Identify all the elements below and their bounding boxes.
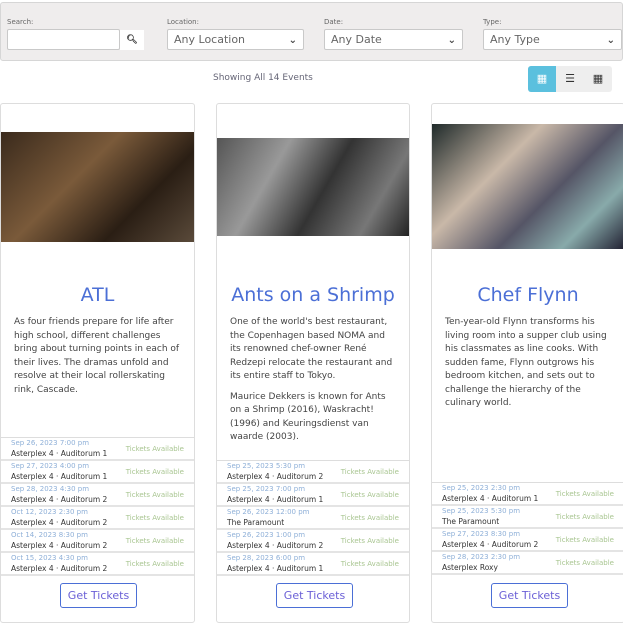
ticket-status: Tickets Available xyxy=(125,468,184,476)
showtimes-list: Sep 25, 2023 2:30 pm Asterplex 4 · Audit… xyxy=(432,482,623,575)
event-card: ATL As four friends prepare for life aft… xyxy=(0,103,195,623)
event-description: As four friends prepare for life after h… xyxy=(14,316,182,404)
date-select[interactable]: Any Date ⌄ xyxy=(324,29,463,50)
event-card: Ants on a Shrimp One of the world's best… xyxy=(216,103,410,623)
showtime-row[interactable]: Sep 28, 2023 6:00 pm Asterplex 4 · Audit… xyxy=(217,553,409,576)
showtime-row[interactable]: Sep 26, 2023 7:00 pm Asterplex 4 · Audit… xyxy=(1,438,194,461)
ticket-status: Tickets Available xyxy=(340,560,399,568)
list-icon: ☰ xyxy=(565,72,575,85)
search-button[interactable]: 🔍︎ xyxy=(120,30,144,50)
type-select[interactable]: Any Type ⌄ xyxy=(483,29,622,50)
showtime-row[interactable]: Oct 14, 2023 8:30 pm Asterplex 4 · Audit… xyxy=(1,530,194,553)
ticket-status: Tickets Available xyxy=(125,560,184,568)
showtime-row[interactable]: Sep 25, 2023 2:30 pm Asterplex 4 · Audit… xyxy=(432,483,623,506)
calendar-view-button[interactable]: ▦ xyxy=(584,66,612,92)
showtime-row[interactable]: Sep 25, 2023 7:00 pm Asterplex 4 · Audit… xyxy=(217,484,409,507)
ticket-status: Tickets Available xyxy=(125,514,184,522)
description-paragraph: Maurice Dekkers is known for Ants on a S… xyxy=(230,391,386,443)
showtime-row[interactable]: Sep 27, 2023 4:00 pm Asterplex 4 · Audit… xyxy=(1,461,194,484)
event-title[interactable]: ATL xyxy=(1,284,194,306)
results-count: Showing All 14 Events xyxy=(213,73,313,83)
ticket-status: Tickets Available xyxy=(555,513,614,521)
description-paragraph: Ten-year-old Flynn transforms his living… xyxy=(445,317,607,408)
view-mode-toggle: ▦ ☰ ▦ xyxy=(528,66,612,92)
showtime-row[interactable]: Sep 27, 2023 8:30 pm Asterplex 4 · Audit… xyxy=(432,529,623,552)
ticket-status: Tickets Available xyxy=(555,559,614,567)
ticket-status: Tickets Available xyxy=(340,514,399,522)
ticket-status: Tickets Available xyxy=(340,491,399,499)
description-paragraph: As four friends prepare for life after h… xyxy=(14,317,180,395)
event-poster-image[interactable] xyxy=(1,132,194,242)
chevron-down-icon: ⌄ xyxy=(606,35,615,46)
filter-bar: Search: 🔍︎ Location: Any Location ⌄ Date:… xyxy=(0,2,623,61)
get-tickets-button[interactable]: Get Tickets xyxy=(60,583,137,608)
ticket-status: Tickets Available xyxy=(125,491,184,499)
showtime-row[interactable]: Sep 28, 2023 2:30 pm Asterplex Roxy Tick… xyxy=(432,552,623,575)
date-label: Date: xyxy=(324,18,344,26)
ticket-status: Tickets Available xyxy=(555,490,614,498)
event-title[interactable]: Ants on a Shrimp xyxy=(217,284,409,306)
event-description: One of the world's best restaurant, the … xyxy=(230,316,397,452)
showtime-row[interactable]: Sep 25, 2023 5:30 pm The Paramount Ticke… xyxy=(432,506,623,529)
ticket-status: Tickets Available xyxy=(555,536,614,544)
showtimes-list: Sep 25, 2023 5:30 pm Asterplex 4 · Audit… xyxy=(217,460,409,576)
search-input[interactable] xyxy=(7,29,120,50)
ticket-status: Tickets Available xyxy=(340,468,399,476)
date-value: Any Date xyxy=(331,33,382,46)
search-icon: 🔍︎ xyxy=(126,35,138,45)
event-description: Ten-year-old Flynn transforms his living… xyxy=(445,316,612,418)
showtime-row[interactable]: Oct 12, 2023 2:30 pm Asterplex 4 · Audit… xyxy=(1,507,194,530)
ticket-status: Tickets Available xyxy=(340,537,399,545)
location-label: Location: xyxy=(167,18,199,26)
showtime-row[interactable]: Sep 26, 2023 1:00 pm Asterplex 4 · Audit… xyxy=(217,530,409,553)
calendar-icon: ▦ xyxy=(592,72,604,85)
showtime-row[interactable]: Sep 28, 2023 4:30 pm Asterplex 4 · Audit… xyxy=(1,484,194,507)
type-value: Any Type xyxy=(490,33,540,46)
event-poster-image[interactable] xyxy=(217,138,409,236)
search-label: Search: xyxy=(7,18,34,26)
chevron-down-icon: ⌄ xyxy=(447,35,456,46)
get-tickets-button[interactable]: Get Tickets xyxy=(276,583,353,608)
grid-icon: ▦ xyxy=(536,72,548,85)
chevron-down-icon: ⌄ xyxy=(288,35,297,46)
type-label: Type: xyxy=(483,18,502,26)
showtime-row[interactable]: Sep 26, 2023 12:00 pm The Paramount Tick… xyxy=(217,507,409,530)
showtimes-list: Sep 26, 2023 7:00 pm Asterplex 4 · Audit… xyxy=(1,437,194,576)
event-title[interactable]: Chef Flynn xyxy=(432,284,623,306)
get-tickets-button[interactable]: Get Tickets xyxy=(491,583,568,608)
showtime-row[interactable]: Sep 25, 2023 5:30 pm Asterplex 4 · Audit… xyxy=(217,461,409,484)
ticket-status: Tickets Available xyxy=(125,445,184,453)
event-poster-image[interactable] xyxy=(432,124,623,249)
grid-view-button[interactable]: ▦ xyxy=(528,66,556,92)
location-select[interactable]: Any Location ⌄ xyxy=(167,29,304,50)
list-view-button[interactable]: ☰ xyxy=(556,66,584,92)
ticket-status: Tickets Available xyxy=(125,537,184,545)
event-card: Chef Flynn Ten-year-old Flynn transforms… xyxy=(431,103,623,623)
showtime-row[interactable]: Oct 15, 2023 4:30 pm Asterplex 4 · Audit… xyxy=(1,553,194,576)
location-value: Any Location xyxy=(174,33,246,46)
description-paragraph: One of the world's best restaurant, the … xyxy=(230,317,393,381)
